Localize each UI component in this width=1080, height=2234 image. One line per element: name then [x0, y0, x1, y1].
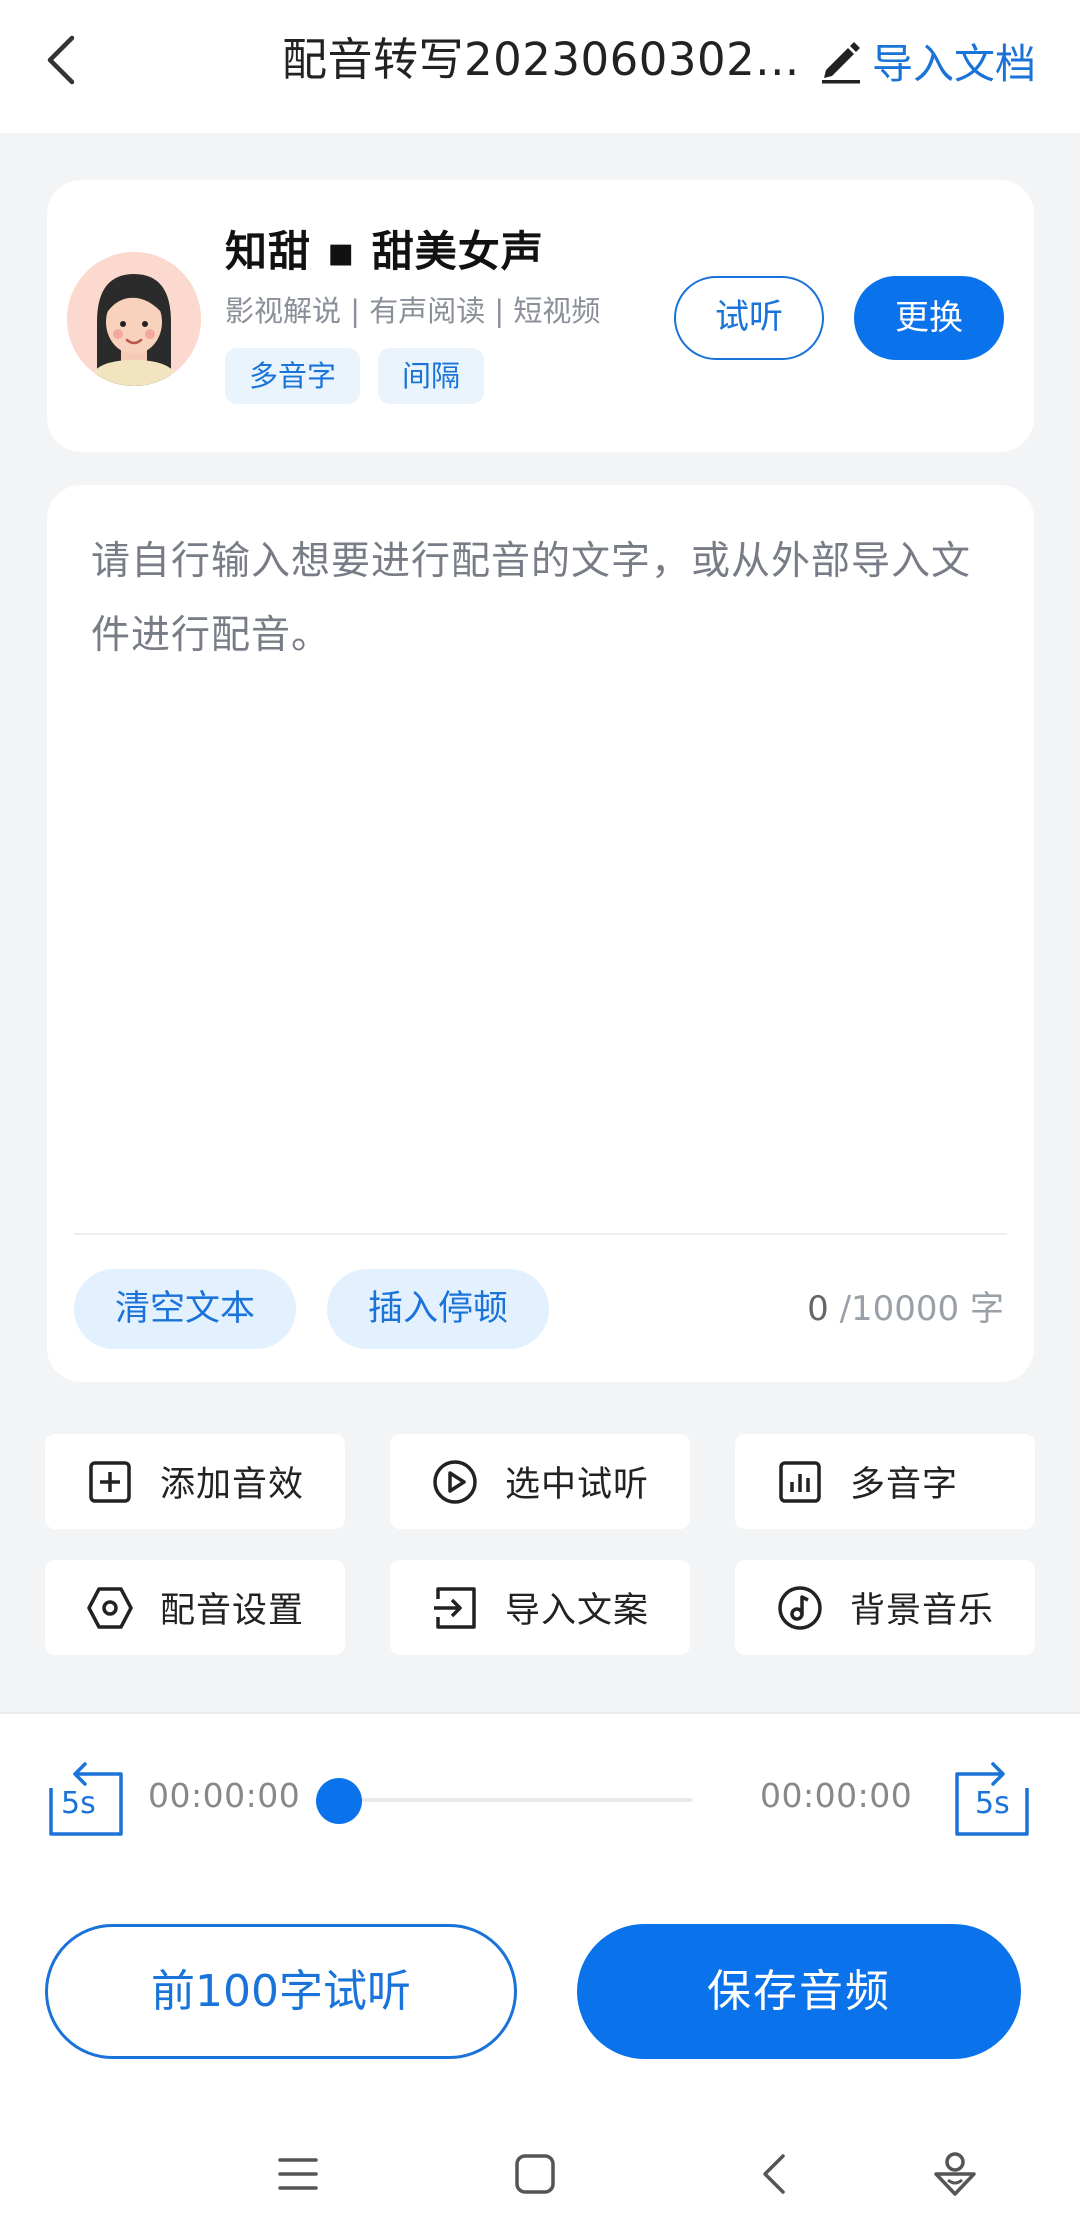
- menu-icon: [278, 2158, 318, 2190]
- text-editor-card: 请自行输入想要进行配音的文字，或从外部导入文件进行配音。 清空文本 插入停顿 0…: [47, 485, 1034, 1382]
- forward-label: 5s: [975, 1786, 1010, 1821]
- total-time: 00:00:00: [760, 1776, 913, 1815]
- polyphone-chip[interactable]: 多音字: [225, 348, 361, 404]
- square-icon: [515, 2154, 555, 2194]
- bar-chart-icon: [775, 1457, 825, 1507]
- progress-knob[interactable]: [316, 1778, 362, 1824]
- play-circle-icon: [430, 1457, 480, 1507]
- import-document-label: 导入文档: [872, 40, 1036, 88]
- interval-chip[interactable]: 间隔: [378, 348, 485, 404]
- tool-label: 配音设置: [160, 1591, 305, 1631]
- chevron-left-icon: [47, 35, 75, 85]
- selected-audition-button[interactable]: 选中试听: [390, 1434, 690, 1529]
- audition-button[interactable]: 试听: [674, 276, 824, 360]
- save-audio-button[interactable]: 保存音频: [577, 1924, 1021, 2059]
- top-bar: 配音转写2023060302... 导入文档: [0, 0, 1080, 133]
- voice-categories: 影视解说 | 有声阅读 | 短视频: [225, 294, 601, 328]
- character-limit: /10000 字: [828, 1289, 1004, 1329]
- progress-track[interactable]: [340, 1798, 692, 1802]
- back-button[interactable]: [36, 28, 86, 92]
- voice-card: 知甜 ▪ 甜美女声 影视解说 | 有声阅读 | 短视频 多音字 间隔 试听 更换: [47, 180, 1034, 452]
- home-button[interactable]: [505, 2144, 565, 2204]
- voice-name: 知甜 ▪ 甜美女声: [225, 227, 544, 276]
- pencil-icon: [822, 42, 860, 84]
- preview-100-chars-button[interactable]: 前100字试听: [45, 1924, 517, 2059]
- tool-label: 背景音乐: [850, 1591, 995, 1631]
- forward-5s-button[interactable]: 5s: [953, 1758, 1031, 1838]
- text-input[interactable]: 请自行输入想要进行配音的文字，或从外部导入文件进行配音。: [91, 525, 991, 673]
- tool-label: 选中试听: [505, 1465, 650, 1505]
- music-note-icon: [775, 1583, 825, 1633]
- divider: [74, 1233, 1007, 1235]
- system-back-button[interactable]: [744, 2144, 804, 2204]
- character-counter: 0 /10000 字: [807, 1269, 1004, 1349]
- system-nav-bar: [0, 2122, 1080, 2222]
- clear-text-button[interactable]: 清空文本: [74, 1269, 296, 1349]
- background-music-button[interactable]: 背景音乐: [735, 1560, 1035, 1655]
- add-sound-effect-button[interactable]: 添加音效: [45, 1434, 345, 1529]
- assistant-icon: [934, 2152, 976, 2196]
- page-title: 配音转写2023060302...: [282, 33, 800, 86]
- character-count: 0: [807, 1289, 829, 1329]
- rewind-label: 5s: [61, 1786, 96, 1821]
- tool-label: 添加音效: [160, 1465, 305, 1505]
- current-time: 00:00:00: [148, 1776, 301, 1815]
- tool-label: 导入文案: [505, 1591, 650, 1631]
- import-copy-button[interactable]: 导入文案: [390, 1560, 690, 1655]
- voice-avatar: [67, 252, 201, 386]
- import-document-button[interactable]: 导入文档: [818, 28, 1036, 92]
- plus-square-icon: [85, 1457, 135, 1507]
- chevron-left-icon: [763, 2154, 785, 2194]
- recent-apps-button[interactable]: [268, 2144, 328, 2204]
- insert-pause-button[interactable]: 插入停顿: [327, 1269, 549, 1349]
- import-icon: [430, 1583, 480, 1633]
- rewind-5s-button[interactable]: 5s: [47, 1758, 125, 1838]
- dubbing-settings-button[interactable]: 配音设置: [45, 1560, 345, 1655]
- hexagon-settings-icon: [85, 1583, 135, 1633]
- change-voice-button[interactable]: 更换: [854, 276, 1004, 360]
- assistant-button[interactable]: [925, 2144, 985, 2204]
- tool-label: 多音字: [850, 1465, 959, 1505]
- polyphone-tool-button[interactable]: 多音字: [735, 1434, 1035, 1529]
